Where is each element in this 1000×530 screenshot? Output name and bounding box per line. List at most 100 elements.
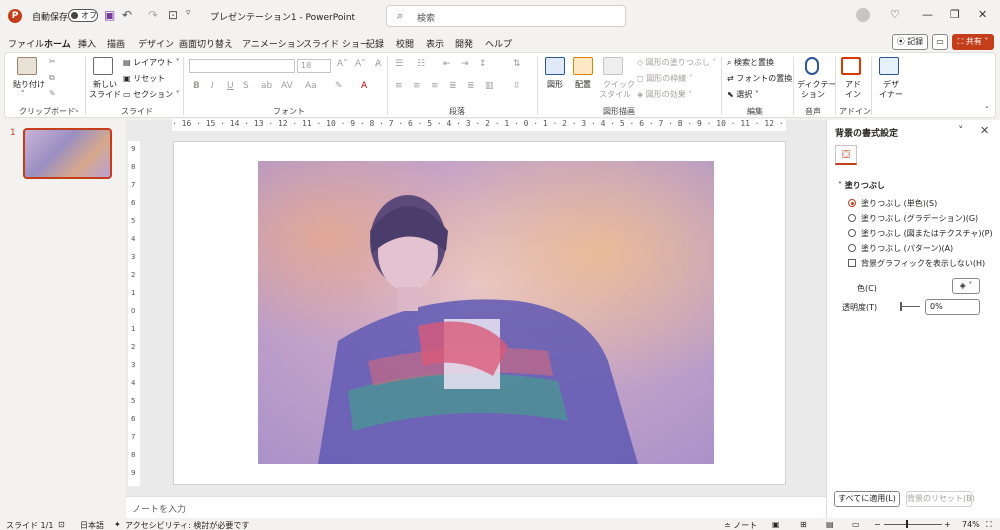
change-case-icon[interactable]: Aa [305, 81, 317, 91]
fill-pattern-option[interactable]: 塗りつぶし (パターン)(A) [848, 243, 953, 254]
reset-background-button[interactable]: 背景のリセット(B) [906, 491, 975, 507]
spellcheck-icon[interactable]: ⊡ [58, 520, 65, 529]
designer-icon[interactable] [879, 57, 899, 75]
underline-icon[interactable]: U [227, 81, 234, 91]
shape-outline-button[interactable]: ◻ 図形の枠線 ˅ [637, 73, 693, 84]
zoom-level[interactable]: 74% [962, 520, 980, 529]
collapse-ribbon-icon[interactable]: ˄ [985, 106, 989, 114]
radio-solid[interactable] [848, 199, 856, 207]
comment-button[interactable]: ▭ [932, 34, 948, 50]
line-spacing-icon[interactable]: ↕ [479, 59, 487, 69]
bullets-icon[interactable]: ☰ [395, 59, 403, 69]
shapes-label[interactable]: 図形 [547, 79, 563, 90]
restore-icon[interactable]: ❐ [950, 8, 960, 21]
strikethrough-icon[interactable]: S [243, 81, 249, 91]
clipboard-launcher-icon[interactable]: ↘ [73, 106, 79, 114]
fit-slide-icon[interactable]: ⛶ [986, 520, 992, 530]
align-left-icon[interactable]: ≡ [395, 81, 403, 91]
grow-font-icon[interactable]: A˄ [337, 59, 348, 69]
shadow-icon[interactable]: ab [261, 81, 272, 91]
font-color-icon[interactable]: A [361, 81, 367, 91]
slide-thumbnail[interactable] [23, 128, 112, 179]
save-icon[interactable]: ▣ [104, 8, 115, 22]
autosave-toggle[interactable]: オフ [68, 9, 98, 22]
designer-label2[interactable]: イナー [879, 89, 903, 100]
pane-close-icon[interactable]: ✕ [980, 124, 989, 137]
notes-button[interactable]: ≐ ノート [724, 520, 757, 530]
char-spacing-icon[interactable]: AV [281, 81, 293, 91]
arrange-label[interactable]: 配置 [575, 79, 591, 90]
pane-options-icon[interactable]: ˅ [958, 124, 964, 137]
slide-info[interactable]: スライド 1/1 [6, 520, 53, 530]
layout-button[interactable]: ▤ レイアウト ˅ [123, 57, 180, 68]
find-button[interactable]: ⌕ 検索と置換 [727, 57, 774, 68]
zoom-in-icon[interactable]: + [944, 520, 951, 529]
tab-view[interactable]: 表示 [426, 37, 444, 50]
tab-record[interactable]: 記録 [366, 37, 384, 50]
arrange-icon[interactable] [573, 57, 593, 75]
shrink-font-icon[interactable]: A˅ [355, 59, 366, 69]
customize-qat-icon[interactable]: ▿ [186, 8, 191, 18]
share-button[interactable]: ⛶ 共有 ˅ [952, 34, 994, 50]
fill-solid-option[interactable]: 塗りつぶし (単色)(S) [848, 198, 937, 209]
tab-insert[interactable]: 挿入 [78, 37, 96, 50]
hide-graphics-option[interactable]: 背景グラフィックを表示しない(H) [848, 258, 985, 269]
addins-icon[interactable] [841, 57, 861, 75]
shape-fill-button[interactable]: ◇ 図形の塗りつぶし ˅ [637, 57, 716, 68]
addin-label2[interactable]: イン [845, 89, 861, 100]
avatar[interactable] [856, 8, 870, 22]
numbering-icon[interactable]: ☷ [417, 59, 425, 69]
vertical-ruler[interactable]: 9 8 7 6 5 4 3 2 1 0 1 2 3 4 5 6 7 8 9 [128, 141, 140, 486]
zoom-slider[interactable] [884, 524, 942, 525]
slideshow-icon[interactable]: ▭ [852, 520, 860, 529]
tab-slideshow[interactable]: スライド ショー [303, 37, 369, 50]
tab-animations[interactable]: アニメーション [242, 37, 305, 50]
zoom-thumb[interactable] [906, 520, 908, 528]
shape-effects-button[interactable]: ◈ 図形の効果 ˅ [637, 89, 692, 100]
select-button[interactable]: ⬉ 選択 ˅ [727, 89, 759, 100]
hide-graphics-checkbox[interactable] [848, 259, 856, 267]
paste-label[interactable]: 貼り付け [13, 79, 45, 90]
fill-picture-option[interactable]: 塗りつぶし (図またはテクスチャ)(P) [848, 228, 993, 239]
text-direction-icon[interactable]: ⇅ [513, 59, 521, 69]
font-size-combo[interactable]: 18 [297, 59, 331, 73]
align-text-icon[interactable]: ⇳ [513, 81, 521, 91]
copy-icon[interactable]: ⧉ [49, 73, 55, 83]
quick-styles-icon[interactable] [603, 57, 623, 75]
clear-format-icon[interactable]: A̷ [375, 59, 381, 69]
tab-file[interactable]: ファイル [8, 37, 44, 50]
zoom-out-icon[interactable]: − [874, 520, 881, 529]
color-picker-button[interactable]: ◈ ˅ [952, 278, 980, 294]
reading-view-icon[interactable]: ▤ [826, 520, 834, 529]
search-input[interactable]: ⌕ 検索 [386, 5, 626, 27]
tab-draw[interactable]: 描画 [107, 37, 125, 50]
horizontal-ruler[interactable]: · 16 · 15 · 14 · 13 · 12 · 11 · 10 · 9 ·… [172, 119, 786, 131]
tab-home[interactable]: ホーム [44, 37, 71, 54]
align-center-icon[interactable]: ≡ [413, 81, 421, 91]
accessibility-status[interactable]: アクセシビリティ: 検討が必要です [125, 520, 249, 530]
replace-font-button[interactable]: ⇄ フォントの置換 [727, 73, 792, 84]
decrease-indent-icon[interactable]: ⇤ [443, 59, 451, 69]
paste-dropdown-icon[interactable]: ˅ [21, 90, 25, 98]
slider-thumb[interactable] [900, 302, 902, 311]
close-icon[interactable]: ✕ [978, 8, 987, 21]
fill-tab-icon[interactable]: ⛋ [835, 145, 857, 165]
minimize-icon[interactable]: — [922, 8, 933, 21]
cut-icon[interactable]: ✂ [49, 57, 56, 66]
radio-picture[interactable] [848, 229, 856, 237]
tab-design[interactable]: デザイン [138, 37, 174, 50]
language[interactable]: 日本語 [80, 520, 104, 530]
tab-help[interactable]: ヘルプ [485, 37, 512, 50]
transparency-input[interactable]: 0% [925, 299, 980, 315]
section-button[interactable]: ▭ セクション ˅ [123, 89, 180, 100]
columns-icon[interactable]: ▥ [485, 81, 494, 91]
radio-gradient[interactable] [848, 214, 856, 222]
bold-icon[interactable]: B [193, 81, 200, 91]
tab-developer[interactable]: 開発 [455, 37, 473, 50]
transparency-slider[interactable] [900, 306, 920, 307]
lightbulb-icon[interactable]: ♡ [890, 8, 900, 21]
highlight-icon[interactable]: ✎ [335, 81, 343, 91]
fill-section-header[interactable]: ˅ 塗りつぶし [838, 180, 885, 191]
shapes-icon[interactable] [545, 57, 565, 75]
apply-all-button[interactable]: すべてに適用(L) [834, 491, 900, 507]
